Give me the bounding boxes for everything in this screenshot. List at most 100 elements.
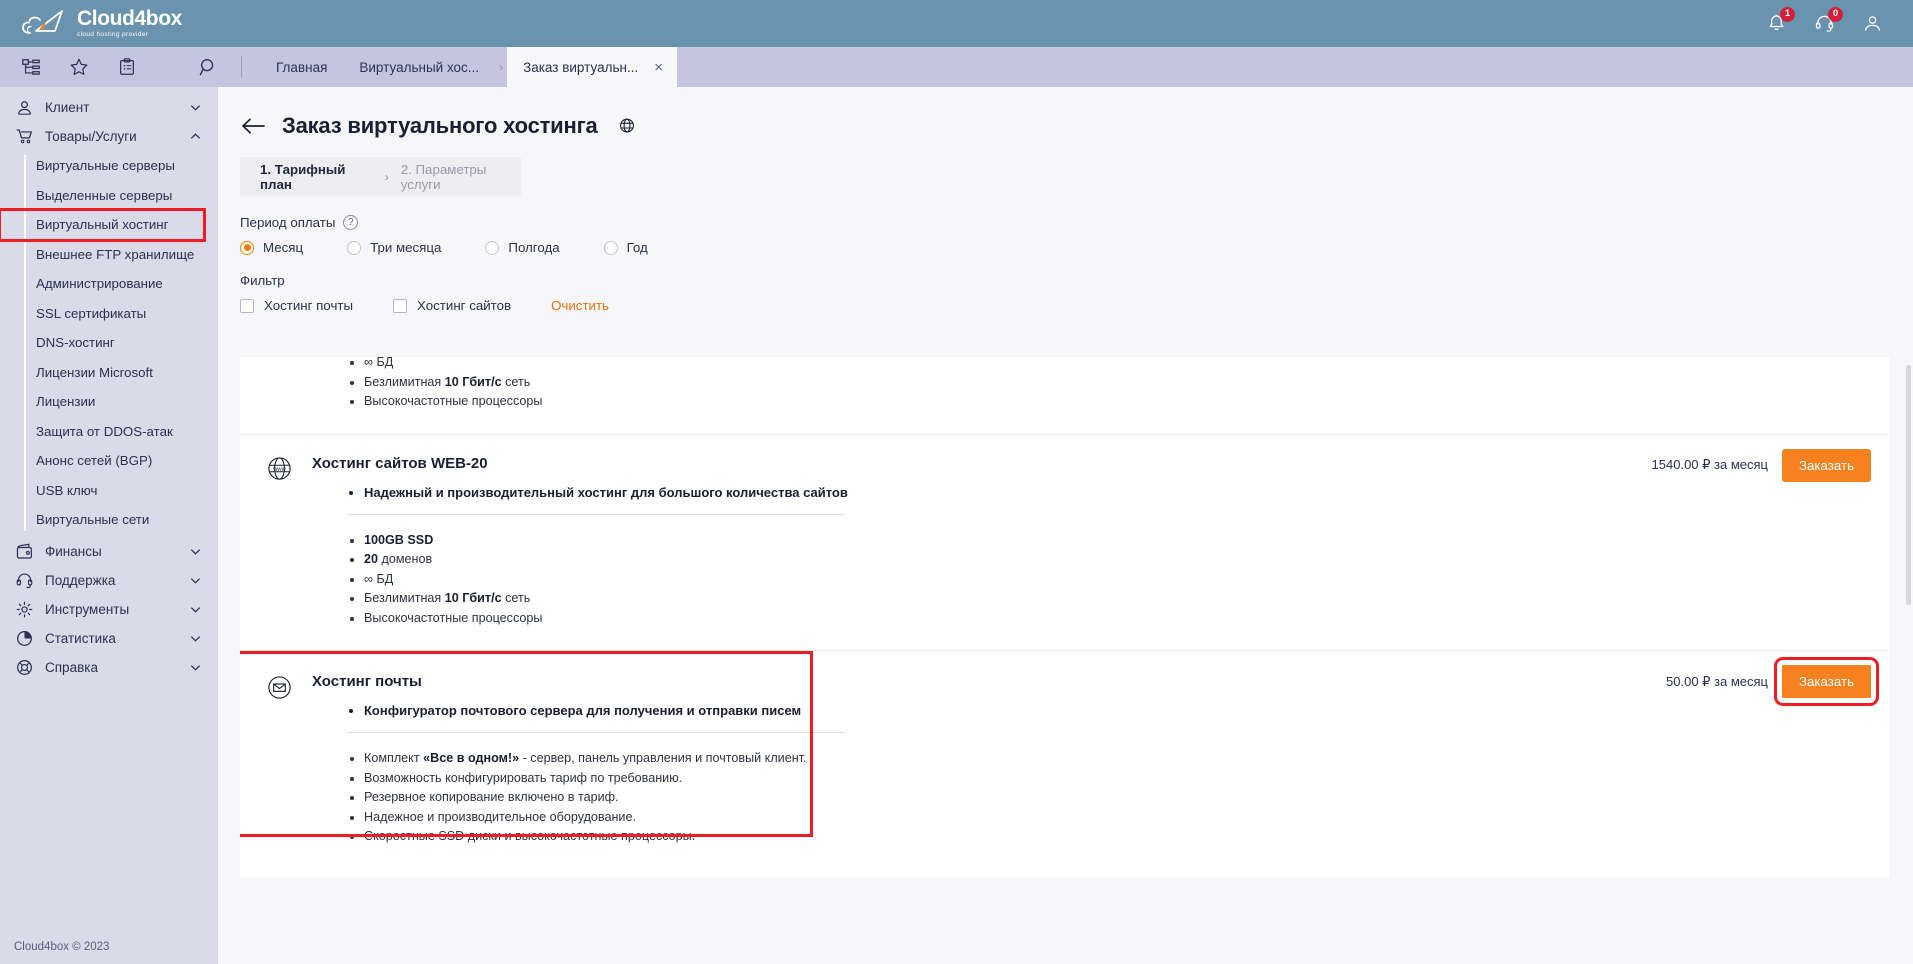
checkbox-option-mail-hosting[interactable]: Хостинг почты (240, 298, 353, 313)
checkbox-indicator (240, 298, 254, 313)
feature-strong: 20 (364, 552, 379, 566)
product-price: 50.00 ₽ за месяц (1666, 673, 1768, 689)
header-actions: 1 0 (1763, 6, 1885, 37)
checkbox-indicator (393, 298, 408, 313)
user-account-button[interactable] (1859, 11, 1885, 37)
sidebar-group-support-label: Поддержка (45, 572, 116, 588)
sidebar-item-external-ftp[interactable]: Внешнее FTP хранилище (0, 240, 218, 270)
tab-virtual-hosting[interactable]: Виртуальный хос... (343, 47, 495, 87)
notifications-button[interactable]: 1 (1763, 6, 1795, 37)
sidebar-submenu-products: Виртуальные серверы Выделенные серверы В… (0, 151, 218, 535)
search-zone (197, 56, 242, 78)
main-scrollbar[interactable] (1906, 365, 1911, 605)
back-arrow-icon[interactable] (240, 115, 266, 137)
feature-strong: 10 Гбит/с (444, 374, 502, 389)
sidebar-item-ddos-protection[interactable]: Защита от DDOS-атак (0, 417, 218, 447)
sidebar-group-client[interactable]: Клиент (0, 93, 218, 122)
radio-indicator (347, 240, 362, 255)
logo-title: Cloud4box (77, 7, 182, 31)
step-tariff-plan[interactable]: 1. Тарифный план (260, 162, 373, 192)
sidebar-item-virtual-hosting[interactable]: Виртуальный хостинг (0, 208, 206, 242)
sidebar-item-microsoft-licenses[interactable]: Лицензии Microsoft (0, 358, 218, 388)
sidebar-item-bgp[interactable]: Анонс сетей (BGP) (0, 446, 218, 476)
sidebar-item-usb-key[interactable]: USB ключ (0, 476, 218, 506)
sidebar-item-virtual-networks[interactable]: Виртуальные сети (0, 505, 218, 535)
radio-indicator (485, 240, 500, 255)
order-button-mail[interactable]: Заказать (1774, 657, 1879, 706)
order-button[interactable]: Заказать (1782, 448, 1871, 482)
svg-text:www: www (272, 466, 286, 472)
support-button[interactable]: 0 (1811, 6, 1843, 37)
radio-option-year[interactable]: Год (603, 240, 648, 255)
sidebar-footer-copyright: Cloud4box © 2023 (14, 941, 110, 953)
tab-order-hosting[interactable]: Заказ виртуальн... × (507, 47, 677, 87)
sidebar-item-administration[interactable]: Администрирование (0, 269, 218, 299)
pie-chart-icon (14, 628, 34, 648)
star-icon[interactable] (68, 56, 90, 78)
sidebar-group-finance[interactable]: Финансы (0, 537, 218, 566)
radio-option-half-year[interactable]: Полгода (485, 240, 560, 255)
tabbar-quick-icons (20, 56, 138, 78)
radio-option-three-months[interactable]: Три месяца (347, 240, 441, 255)
sidebar-group-statistics-label: Статистика (45, 630, 116, 646)
radio-option-month[interactable]: Месяц (240, 240, 303, 255)
sidebar-group-client-label: Клиент (45, 100, 90, 115)
product-price: 1540.00 ₽ за месяц (1651, 457, 1768, 472)
page-title: Заказ виртуального хостинга (282, 113, 598, 138)
sidebar-group-tools[interactable]: Инструменты (0, 595, 218, 624)
sidebar-group-help[interactable]: Справка (0, 653, 218, 682)
step-service-parameters[interactable]: 2. Параметры услуги (401, 162, 521, 192)
product-card-web-20: www Хостинг сайтов WEB-20 Надежный и про… (240, 433, 1889, 650)
payment-period-label-row: Период оплаты ? (240, 215, 1913, 230)
sidebar-item-virtual-servers[interactable]: Виртуальные серверы (0, 151, 218, 181)
sidebar-group-products-label: Товары/Услуги (45, 129, 137, 144)
sidebar-group-help-label: Справка (45, 659, 98, 675)
sitemap-icon[interactable] (20, 56, 42, 78)
sidebar-group-products[interactable]: Товары/Услуги (0, 122, 218, 151)
product-tagline: Надежный и производительный хостинг для … (364, 485, 884, 500)
sidebar-item-dns-hosting[interactable]: DNS-хостинг (0, 328, 218, 358)
support-badge: 0 (1828, 6, 1843, 22)
feature-item: 20 доменов (364, 550, 1889, 570)
sidebar-item-licenses[interactable]: Лицензии (0, 387, 218, 417)
filter-label: Фильтр (240, 273, 285, 288)
user-circle-icon (14, 98, 34, 118)
sidebar-group-tools-label: Инструменты (45, 601, 130, 617)
feature-item: Комплект «Все в одном!» - сервер, панель… (364, 749, 1889, 769)
wizard-steps: 1. Тарифный план › 2. Параметры услуги (240, 157, 521, 196)
logo[interactable]: Cloud4box cloud hosting provider (22, 8, 182, 39)
feature-strong: 100GB SSD (364, 532, 434, 547)
notifications-badge: 1 (1780, 6, 1795, 22)
feature-strong: 10 Гбит/с (444, 591, 502, 605)
globe-icon[interactable] (618, 117, 636, 135)
product-tagline-list: Конфигуратор почтового сервера для получ… (364, 703, 884, 718)
search-icon[interactable] (197, 56, 219, 78)
product-card-web-15: www Надежный и производительный хостинг … (240, 357, 1889, 434)
payment-period-label: Период оплаты (240, 215, 336, 230)
clear-filter-link[interactable]: Очистить (551, 298, 609, 313)
sidebar: Клиент Товары/Услуги Виртуальные серверы… (0, 87, 218, 964)
clipboard-icon[interactable] (116, 56, 138, 78)
checkbox-option-site-hosting[interactable]: Хостинг сайтов (393, 298, 511, 313)
tab-separator: › (499, 60, 504, 74)
tab-home[interactable]: Главная (260, 47, 343, 87)
chevron-down-icon (189, 603, 202, 616)
feature-item: Безлимитная 10 Гбит/с сеть (364, 589, 1889, 609)
close-icon[interactable]: × (650, 60, 667, 75)
open-tabs: Главная Виртуальный хос... › Заказ вирту… (260, 47, 677, 87)
radio-indicator (603, 240, 618, 255)
sidebar-item-ssl-certificates[interactable]: SSL сертификаты (0, 299, 218, 329)
sidebar-item-dedicated-servers[interactable]: Выделенные серверы (0, 181, 218, 211)
step-separator: › (384, 169, 389, 184)
divider (347, 732, 845, 733)
feature-item: 100GB SSD (364, 531, 1889, 551)
product-name: Хостинг почты (312, 673, 422, 690)
sidebar-group-support[interactable]: Поддержка (0, 566, 218, 595)
divider (347, 513, 845, 515)
question-icon[interactable]: ? (343, 215, 359, 230)
chevron-down-icon (189, 545, 202, 558)
chevron-up-icon (189, 130, 202, 143)
feature-item: ∞ БД (364, 570, 1889, 590)
sidebar-group-statistics[interactable]: Статистика (0, 624, 218, 653)
filter-checkbox-group: Хостинг почты Хостинг сайтов Очистить (240, 298, 1913, 313)
